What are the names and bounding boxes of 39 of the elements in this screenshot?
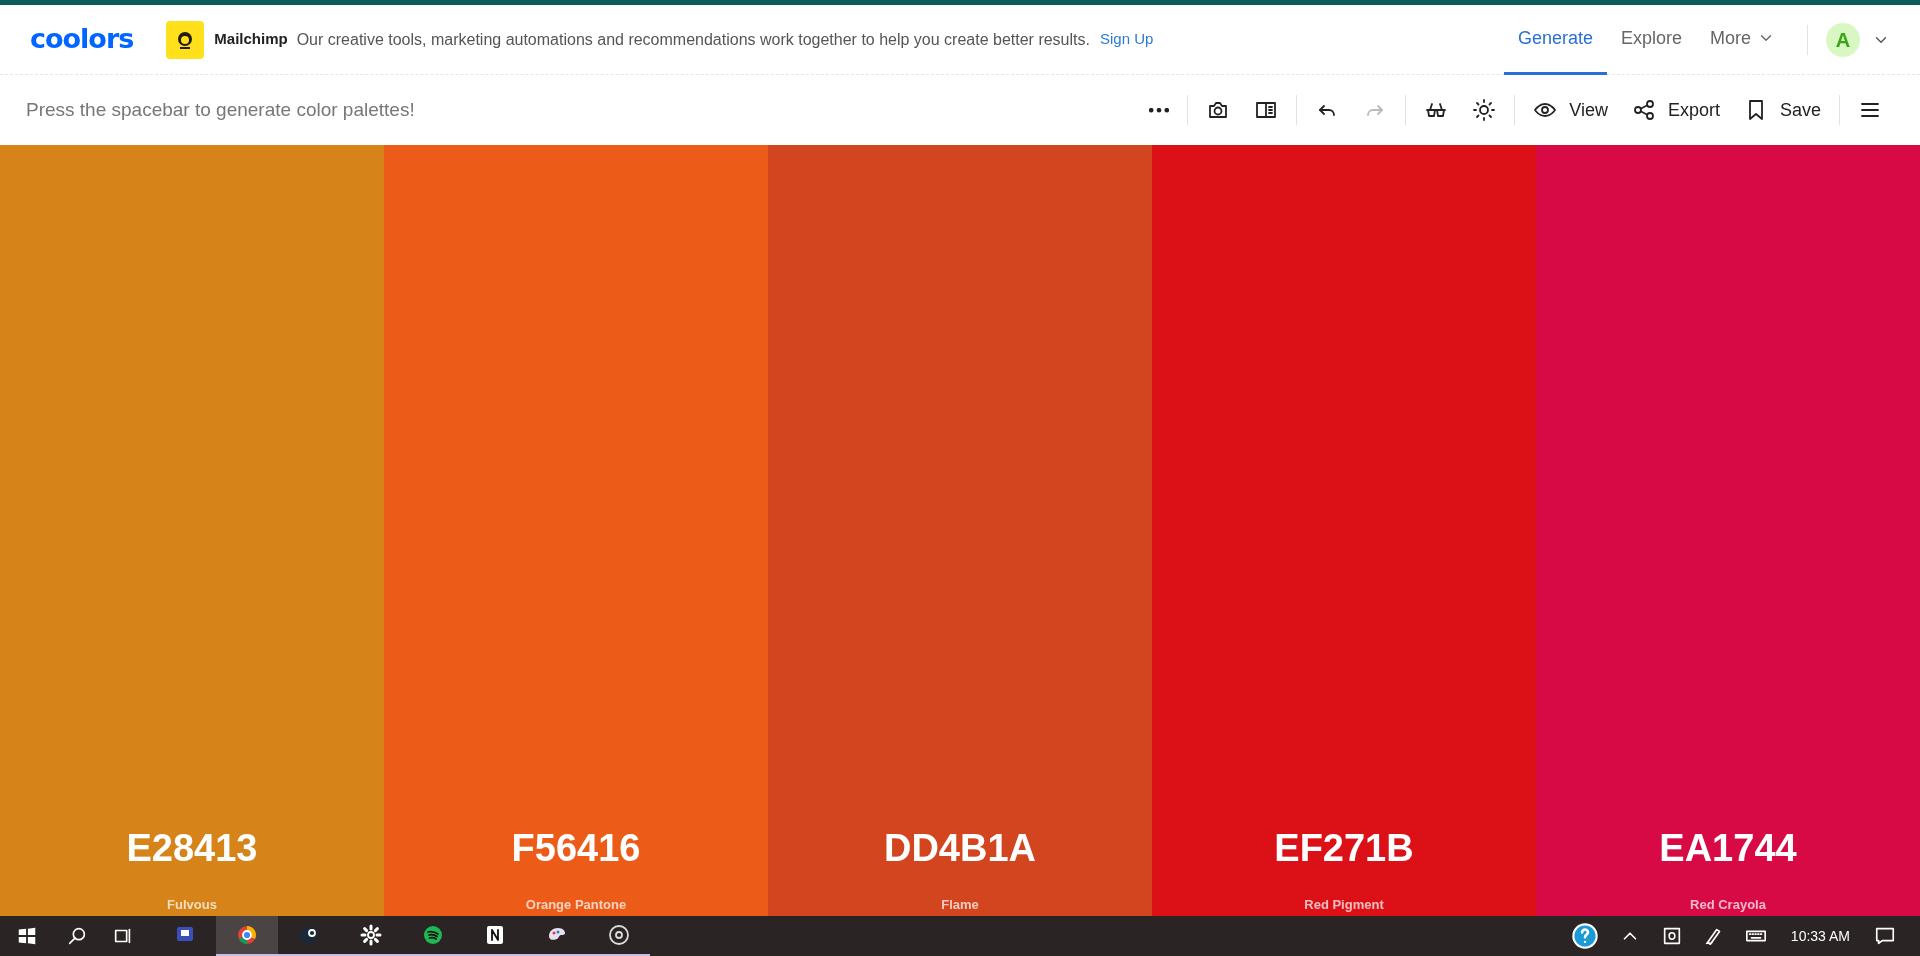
hex-code[interactable]: EF271B xyxy=(1274,819,1414,877)
hex-code[interactable]: E28413 xyxy=(126,819,258,877)
color-swatch[interactable]: EF271B Red Pigment xyxy=(1152,145,1536,916)
game-client-icon xyxy=(297,923,321,947)
color-name: Flame xyxy=(941,895,979,914)
color-name: Orange Pantone xyxy=(525,895,627,914)
help-icon[interactable] xyxy=(1570,922,1599,950)
color-swatch[interactable]: E28413 Fulvous xyxy=(0,145,384,916)
color-swatch[interactable]: DD4B1A Flame xyxy=(768,145,1152,916)
sign-up-link[interactable]: Sign Up xyxy=(1099,28,1154,51)
eye-button[interactable]: View xyxy=(1521,90,1620,130)
color-swatch[interactable]: EA1744 Red Crayola xyxy=(1536,145,1920,916)
color-name: Red Pigment xyxy=(1304,895,1384,914)
hint-text: Press the spacebar to generate color palettes! xyxy=(26,97,416,122)
gear-icon xyxy=(359,923,383,947)
search-icon[interactable] xyxy=(66,925,88,947)
windows-start-icon[interactable] xyxy=(16,925,38,947)
hex-code[interactable]: EA1744 xyxy=(1659,819,1797,877)
ad-brand-name: Mailchimp xyxy=(214,29,288,50)
color-name: Fulvous xyxy=(167,895,217,914)
browser-icon xyxy=(235,923,259,947)
nav-tab[interactable]: More xyxy=(1696,5,1789,75)
avatar[interactable]: A xyxy=(1826,22,1860,57)
ad-text: Our creative tools, marketing automations and recommendations work together to help you create better results. xyxy=(296,29,1090,50)
share-button[interactable]: Export xyxy=(1619,90,1732,130)
clock-time[interactable]: 10:33 AM xyxy=(1790,925,1850,947)
bookmark-button[interactable]: Save xyxy=(1731,90,1833,130)
color-name: Red Crayola xyxy=(1690,895,1766,914)
hex-code[interactable]: DD4B1A xyxy=(883,819,1036,877)
record-icon xyxy=(607,923,631,947)
color-swatch[interactable]: F56416 Orange Pantone xyxy=(384,145,768,916)
share-icon xyxy=(1631,98,1656,122)
notification-icon[interactable] xyxy=(1874,925,1896,947)
logo[interactable]: coolors xyxy=(30,19,134,60)
music-icon xyxy=(421,923,445,947)
nav-tab[interactable]: Explore xyxy=(1606,5,1696,75)
more-icon xyxy=(1149,107,1170,113)
sun-icon xyxy=(1472,98,1497,122)
hex-code[interactable]: F56416 xyxy=(511,819,641,877)
